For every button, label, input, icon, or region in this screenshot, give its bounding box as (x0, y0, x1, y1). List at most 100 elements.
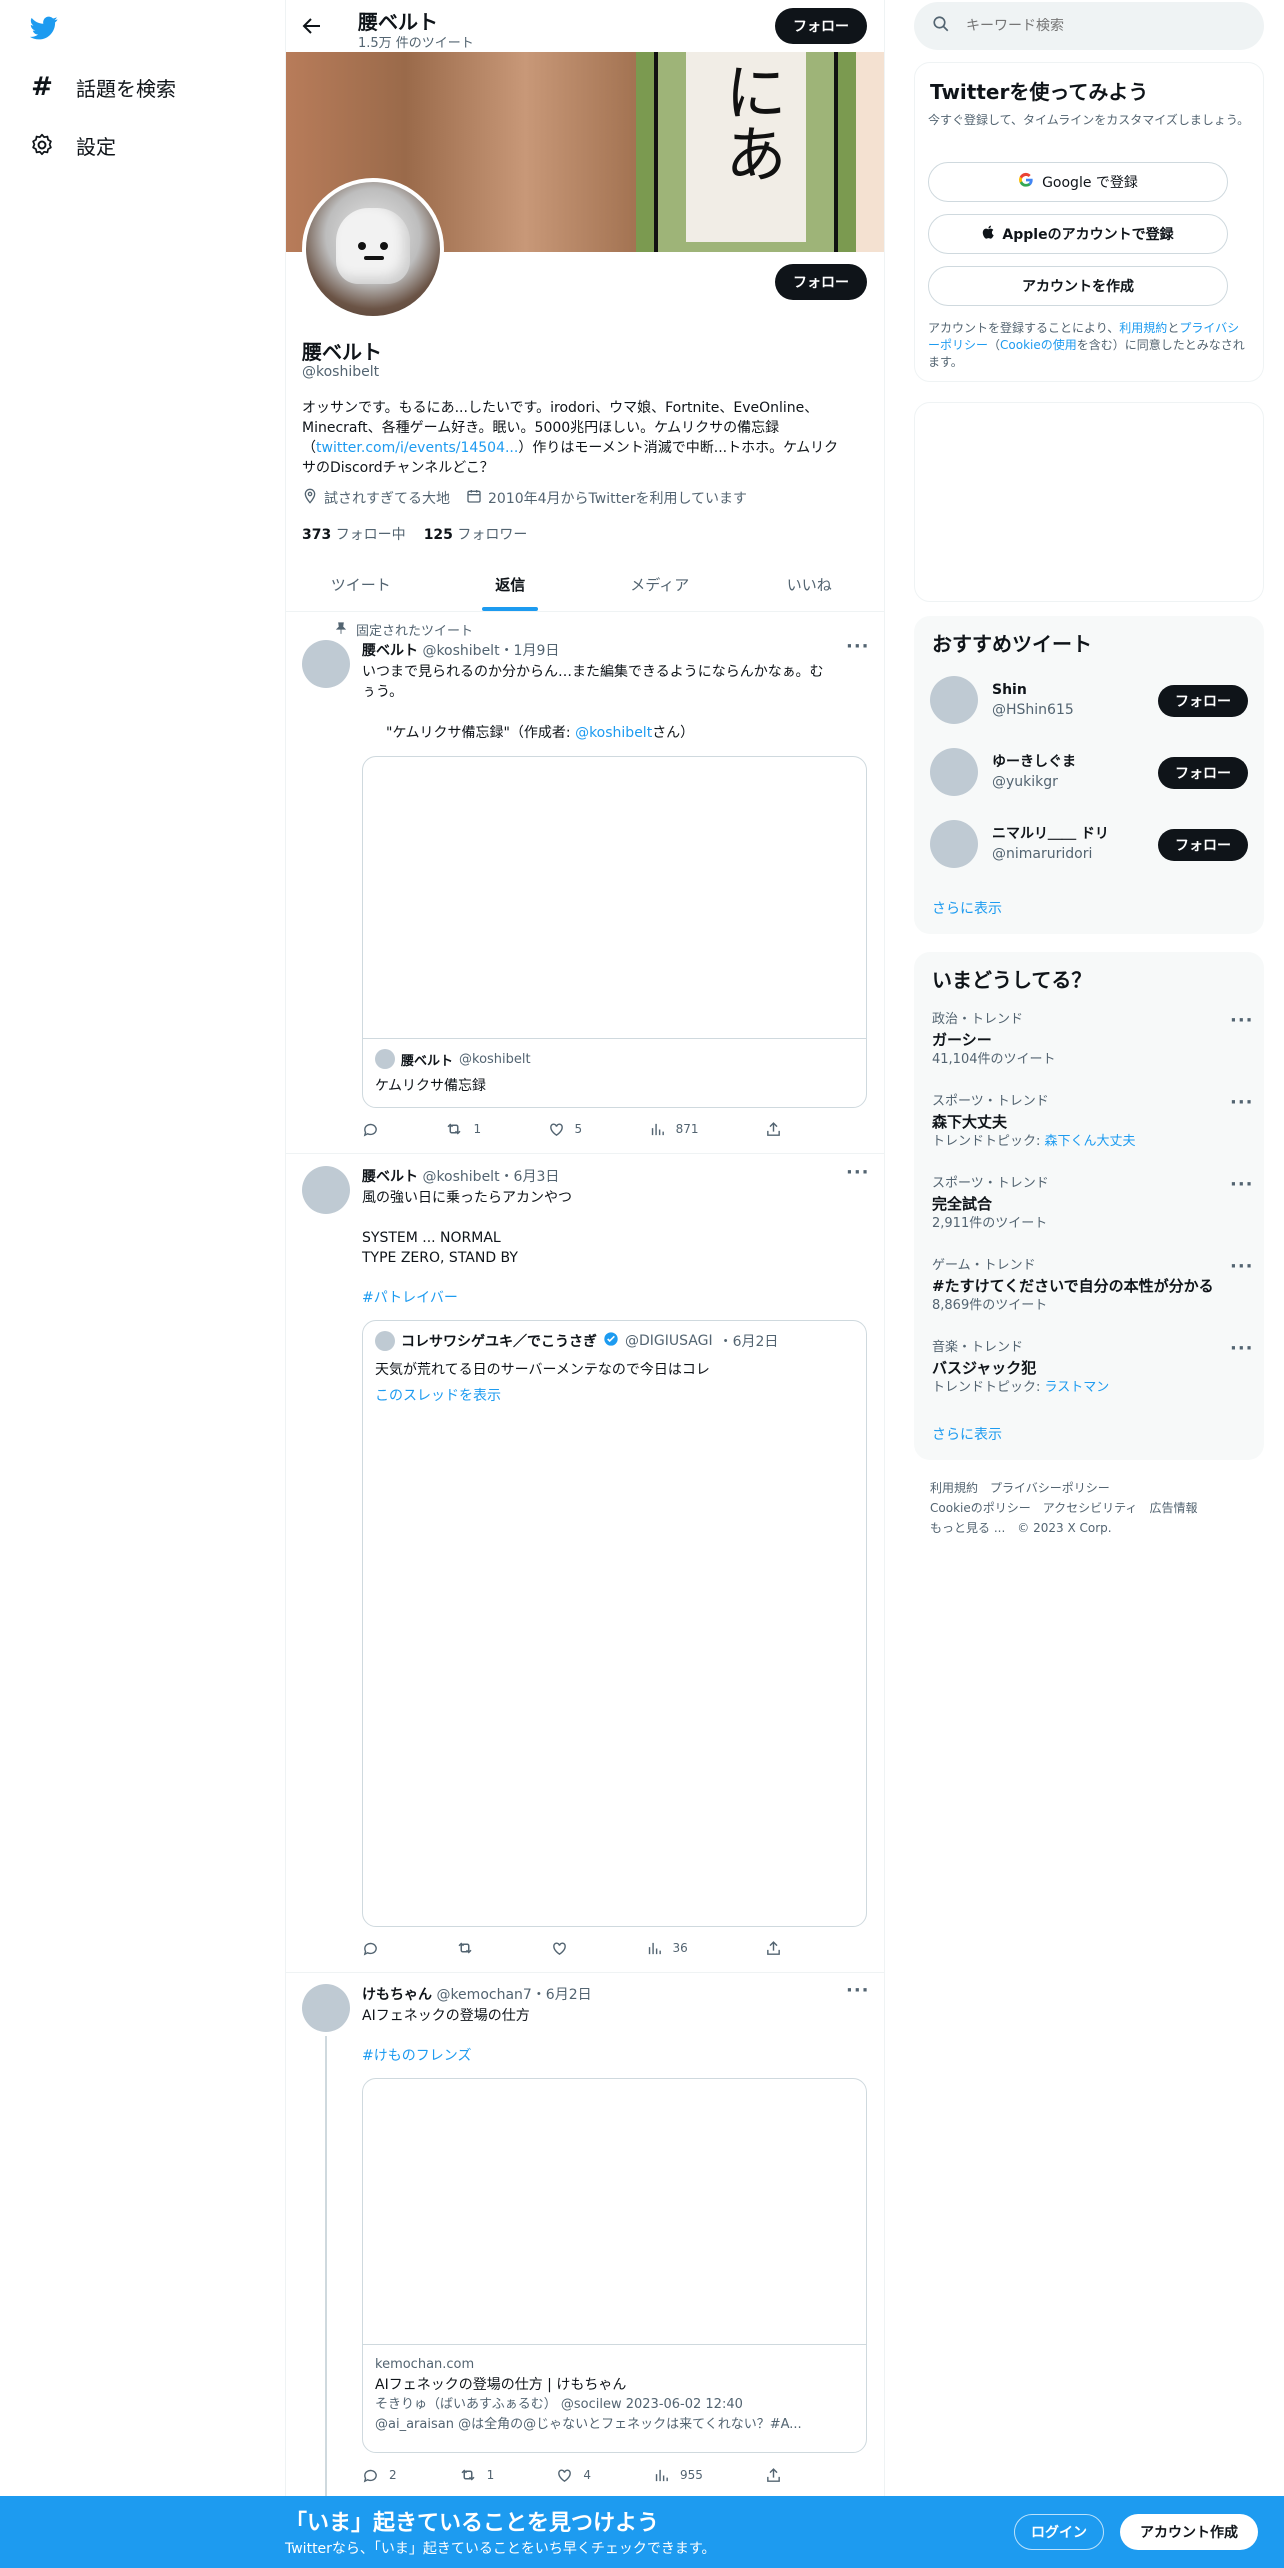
tweet-header: けもちゃん @kemochan7・6月2日 (362, 1987, 592, 2003)
trend-topic-link[interactable]: 森下くん大丈夫 (1045, 1134, 1136, 1149)
retweet-button[interactable]: 1 (445, 1120, 481, 1138)
tweet-author[interactable]: 腰ベルト (362, 643, 418, 659)
trends-more-link[interactable]: さらに表示 (932, 1424, 1002, 1444)
trend-item[interactable]: ゲーム・トレンド #たすけてくださいで自分の本性が分かる 8,869件のツイート (932, 1256, 1252, 1316)
link-card[interactable]: kemochan.com AIフェネックの登場の仕方 | けもちゃん そきりゅ（… (362, 2078, 867, 2453)
footer-ads-link[interactable]: 広告情報 (1149, 1501, 1197, 1515)
header-follow-button[interactable]: フォロー (775, 8, 867, 44)
header-name: 腰ベルト (358, 10, 438, 34)
trend-item[interactable]: 音楽・トレンド バスジャック犯 トレンドトピック: ラストマン (932, 1338, 1252, 1398)
tweet-header: 腰ベルト @koshibelt・6月3日 (362, 1169, 560, 1185)
embedded-card[interactable]: 腰ベルト @koshibelt ケムリクサ備忘録 (362, 756, 867, 1108)
more-icon[interactable]: ··· (1230, 1010, 1254, 1031)
avatar[interactable] (302, 1984, 350, 2032)
back-arrow-icon[interactable] (300, 14, 324, 38)
more-icon[interactable]: ··· (1230, 1174, 1254, 1195)
bio-link[interactable]: twitter.com/i/events/14504... (316, 440, 518, 456)
mention-link[interactable]: @koshibelt (575, 725, 652, 741)
trend-item[interactable]: スポーツ・トレンド 森下大丈夫 トレンドトピック: 森下くん大丈夫 (932, 1092, 1252, 1152)
like-button[interactable] (551, 1939, 568, 1957)
sidebar-item-explore[interactable]: # 話題を検索 (28, 70, 176, 104)
active-tab-indicator (482, 607, 539, 611)
recommended-user[interactable]: Shin @HShin615 (992, 680, 1074, 720)
retweet-button[interactable]: 1 (459, 2466, 494, 2484)
avatar[interactable] (302, 640, 350, 688)
tab-replies[interactable]: 返信 (436, 558, 586, 611)
reply-button[interactable] (362, 1939, 379, 1957)
views-button[interactable]: 871 (649, 1120, 699, 1138)
location-icon (302, 488, 318, 508)
login-button[interactable]: ログイン (1014, 2514, 1104, 2550)
banner-calligraphy: にあ (714, 60, 787, 184)
show-thread-link[interactable]: このスレッドを表示 (375, 1385, 854, 1405)
profile-avatar[interactable] (302, 178, 444, 320)
search-box[interactable] (914, 2, 1264, 50)
avatar[interactable] (930, 676, 978, 724)
avatar[interactable] (930, 748, 978, 796)
views-button[interactable]: 36 (646, 1939, 688, 1957)
hashtag-link[interactable]: #けものフレンズ (362, 2046, 862, 2066)
quoted-tweet[interactable]: コレサワシゲユキ／でこうさぎ @DIGIUSAGI ・6月2日 天気が荒れてる日の… (362, 1320, 867, 1927)
share-button[interactable] (765, 1939, 782, 1957)
tab-likes[interactable]: いいね (735, 558, 885, 611)
recommended-user[interactable]: ゆーきしぐま @yukikgr (992, 752, 1076, 792)
apple-signup-button[interactable]: Appleのアカウントで登録 (928, 214, 1228, 254)
twitter-logo-icon[interactable] (28, 14, 60, 42)
google-signup-button[interactable]: Google で登録 (928, 162, 1228, 202)
profile-meta: 試されすぎてる大地 2010年4月からTwitterを利用しています (302, 488, 747, 508)
tab-tweets[interactable]: ツイート (286, 558, 436, 611)
more-icon[interactable]: ··· (1230, 1256, 1254, 1277)
tweet-author[interactable]: 腰ベルト (362, 1169, 418, 1185)
terms-link[interactable]: 利用規約 (1119, 321, 1167, 335)
tweet-text: AIフェネックの登場の仕方 #けものフレンズ (362, 2006, 862, 2066)
like-button[interactable]: 4 (556, 2466, 591, 2484)
views-button[interactable]: 955 (653, 2466, 703, 2484)
tab-media[interactable]: メディア (585, 558, 735, 611)
reply-button[interactable]: 2 (362, 2466, 397, 2484)
hashtag-icon: # (31, 72, 53, 102)
create-account-button[interactable]: アカウントを作成 (928, 266, 1228, 306)
trend-item[interactable]: スポーツ・トレンド 完全試合 2,911件のツイート (932, 1174, 1252, 1234)
more-icon[interactable]: ··· (846, 636, 870, 657)
trend-topic-link[interactable]: ラストマン (1045, 1380, 1110, 1395)
footer-privacy-link[interactable]: プライバシーポリシー (990, 1481, 1110, 1495)
tweet-actions: 36 (362, 1939, 782, 1957)
more-icon[interactable]: ··· (846, 1980, 870, 2001)
follow-button[interactable]: フォロー (1158, 829, 1248, 861)
tweet-author[interactable]: けもちゃん (362, 1987, 432, 2003)
more-icon[interactable]: ··· (1230, 1092, 1254, 1113)
footer-accessibility-link[interactable]: アクセシビリティ (1043, 1501, 1138, 1515)
follow-button[interactable]: フォロー (1158, 685, 1248, 717)
footer-links: 利用規約 プライバシーポリシー Cookieのポリシー アクセシビリティ 広告情… (930, 1481, 1198, 1535)
avatar[interactable] (930, 820, 978, 868)
signup-button[interactable]: アカウント作成 (1120, 2514, 1258, 2550)
followers-link[interactable]: 125 フォロワー (424, 524, 528, 544)
sidebar-item-settings[interactable]: 設定 (28, 128, 116, 162)
share-button[interactable] (765, 1120, 782, 1138)
profile-joined: 2010年4月からTwitterを利用しています (488, 491, 748, 507)
recommended-more-link[interactable]: さらに表示 (932, 898, 1002, 918)
cookie-link[interactable]: Cookieの使用 (1000, 338, 1077, 352)
reply-button[interactable] (362, 1120, 379, 1138)
retweet-button[interactable] (456, 1939, 474, 1957)
divider (286, 1972, 884, 1973)
footer-terms-link[interactable]: 利用規約 (930, 1481, 978, 1495)
search-input[interactable] (966, 18, 1226, 34)
following-link[interactable]: 373 フォロー中 (302, 524, 406, 544)
follow-button[interactable]: フォロー (1158, 757, 1248, 789)
recommended-user[interactable]: ニマルリ＿＿ ドリ @nimaruridori (992, 824, 1109, 864)
header-tweet-count: 1.5万 件のツイート (358, 36, 474, 51)
avatar[interactable] (302, 1166, 350, 1214)
more-icon[interactable]: ··· (846, 1162, 870, 1183)
profile-follow-button[interactable]: フォロー (775, 264, 867, 300)
thread-line (325, 2036, 327, 2496)
tweet-text: いつまで見られるのか分からん…また編集できるようにならんかなぁ。む ぅう。 (362, 664, 824, 700)
trend-item[interactable]: 政治・トレンド ガーシー 41,104件のツイート (932, 1010, 1252, 1070)
like-button[interactable]: 5 (548, 1120, 582, 1138)
footer-cookie-link[interactable]: Cookieのポリシー (930, 1501, 1031, 1515)
more-icon[interactable]: ··· (1230, 1338, 1254, 1359)
hashtag-link[interactable]: #パトレイバー (362, 1288, 862, 1308)
footer-more-link[interactable]: もっと見る ... (930, 1521, 1005, 1535)
pinned-label: 固定されたツイート (334, 620, 473, 639)
share-button[interactable] (765, 2466, 782, 2484)
